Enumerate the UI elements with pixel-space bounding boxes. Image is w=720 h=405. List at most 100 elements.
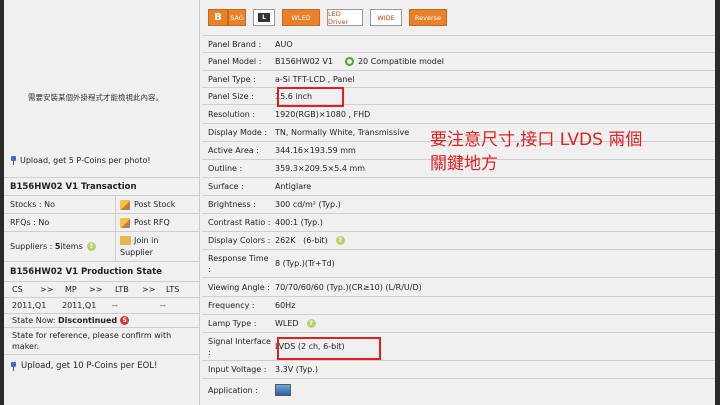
spec-key: Lamp Type : [208,319,257,328]
response-time-label: Response Time [208,253,269,263]
spec-value: B156HW02 V1 20 Compatible model [275,57,715,66]
signal-interface-colon: : [208,347,211,357]
upload-photo-link[interactable]: Upload, get 5 P-Coins per photo! [10,156,151,165]
spec-value: 1920(RGB)×1080 , FHD [275,109,371,119]
spec-value [275,384,715,396]
stage-sep: >> [89,285,103,294]
pencil-icon [120,199,130,210]
reference-note-line-1: State for reference, please confirm with [12,331,172,340]
suppliers-suffix: items [60,242,83,251]
annotation-line-2: 關鍵地方 [430,154,498,174]
refresh-icon [344,57,354,66]
spec-row-lamp-type: Lamp Type : WLED ? [202,315,715,333]
spec-key: Panel Size : [208,91,254,101]
spec-key: Display Colors : [208,236,271,245]
compatible-model-link[interactable]: 20 Compatible model [358,57,444,66]
spec-value: WLED ? [275,319,715,328]
transaction-title: B156HW02 V1 Transaction [4,178,199,196]
panel-size-highlight-box [277,87,344,107]
stage-mp: MP [65,285,77,294]
stage-ltb: LTB [115,285,129,294]
stage-lts: LTS [166,285,180,294]
spec-key: Application : [208,385,258,395]
stage-cs: CS [12,285,23,294]
feature-icon-bar: B SAG L WLED LED Driver WIDE Reverse [202,0,715,36]
join-supplier-label-2: Supplier [120,248,153,257]
spec-value: 300 cd/m² (Typ.) [275,200,341,209]
spec-key: Outline : [208,164,243,173]
rfqs-row: RFQs : No Post RFQ [4,214,199,232]
post-stock-label: Post Stock [134,200,176,209]
l-icon[interactable]: L [253,9,275,26]
annotation-line-1: 要注意尺寸,接口 LVDS 兩個 [430,130,643,150]
upload-eol-label: Upload, get 10 P-Coins per EOL! [21,361,158,371]
spec-value: 400:1 (Typ.) [275,218,323,227]
spec-key: Active Area : [208,146,259,155]
spec-value: Antiglare [275,182,312,191]
suppliers-label: Suppliers : 5 items ? [4,232,116,261]
reference-note-line-2: maker. [12,342,40,351]
spec-key: Panel Model : [208,57,262,66]
spec-value: 262K (6-bit) ? [275,236,715,245]
sag-icon[interactable]: SAG [228,9,246,26]
lamp-type-value: WLED [275,319,299,328]
spec-row-response-time: Response Time : 8 (Typ.)(Tr+Td) [202,250,715,278]
upload-eol-link[interactable]: Upload, get 10 P-Coins per EOL! [4,355,199,371]
join-supplier-label-1: Join in [134,236,159,245]
spec-key: Panel Brand : [208,39,262,49]
stocks-row: Stocks : No Post Stock [4,196,199,214]
spec-row-panel-brand: Panel Brand : AUO [202,36,715,53]
stage-sep: >> [40,285,54,294]
b-icon[interactable]: B [208,9,228,26]
spec-key: Brightness : [208,200,256,209]
spec-row-panel-type: Panel Type : a-Si TFT-LCD , Panel [202,71,715,88]
join-supplier-button[interactable]: Join in Supplier [116,235,199,258]
spec-value: a-Si TFT-LCD , Panel [275,74,355,84]
reverse-icon[interactable]: Reverse [409,9,447,26]
spec-row-panel-model: Panel Model : B156HW02 V1 20 Compatible … [202,53,715,71]
rfqs-label: RFQs : No [4,214,116,231]
help-icon[interactable]: ? [86,242,96,251]
l-icon-label: L [258,13,270,22]
wled-icon[interactable]: WLED [282,9,320,26]
laptop-icon[interactable] [275,384,291,396]
post-stock-button[interactable]: Post Stock [116,199,199,210]
pencil-icon [120,217,130,228]
spec-key: Signal Interface : [202,336,275,358]
spec-value: 8 (Typ.)(Tr+Td) [275,259,335,268]
window-edge-right [715,0,720,405]
lts-date: -- [160,301,166,310]
state-now-value: Discontinued [57,316,118,325]
post-rfq-label: Post RFQ [134,218,170,227]
spec-value: 3.3V (Typ.) [275,365,318,374]
led-driver-icon[interactable]: LED Driver [327,9,363,26]
pin-icon [10,156,17,165]
help-icon[interactable]: ? [335,236,345,245]
spec-row-display-colors: Display Colors : 262K (6-bit) ? [202,232,715,250]
stage-date-row: 2011,Q1 2011,Q1 -- -- [4,298,199,314]
post-rfq-button[interactable]: Post RFQ [116,217,199,228]
help-icon[interactable]: ? [306,319,316,328]
suppliers-prefix: Suppliers : [10,242,53,251]
wide-icon[interactable]: WIDE [370,9,402,26]
spec-value: 70/70/60/60 (Typ.)(CR≥10) (L/R/U/D) [275,282,422,292]
ltb-date: -- [112,301,118,310]
discontinued-badge-icon: S [120,316,130,325]
production-state-title: B156HW02 V1 Production State [4,262,199,282]
spec-row-brightness: Brightness : 300 cd/m² (Typ.) [202,196,715,214]
plugin-area: 需要安裝某個外掛程式才能檢視此內容。 Upload, get 5 P-Coins… [4,0,199,178]
spec-row-application: Application : [202,379,715,401]
pin-icon [10,361,17,371]
spec-key: Frequency : [208,301,255,310]
state-now-row: State Now: Discontinued S [4,314,199,328]
stage-sep: >> [142,285,156,294]
spec-row-input-voltage: Input Voltage : 3.3V (Typ.) [202,361,715,379]
upload-photo-label: Upload, get 5 P-Coins per photo! [20,156,151,165]
spec-row-surface: Surface : Antiglare [202,178,715,196]
reference-note: State for reference, please confirm with… [4,328,199,355]
spec-key: Input Voltage : [208,365,267,374]
display-colors-value: 262K (6-bit) [275,236,328,245]
page-frame: 需要安裝某個外掛程式才能檢視此內容。 Upload, get 5 P-Coins… [0,0,720,405]
signal-interface-label: Signal Interface [208,336,271,346]
left-column: 需要安裝某個外掛程式才能檢視此內容。 Upload, get 5 P-Coins… [4,0,200,405]
